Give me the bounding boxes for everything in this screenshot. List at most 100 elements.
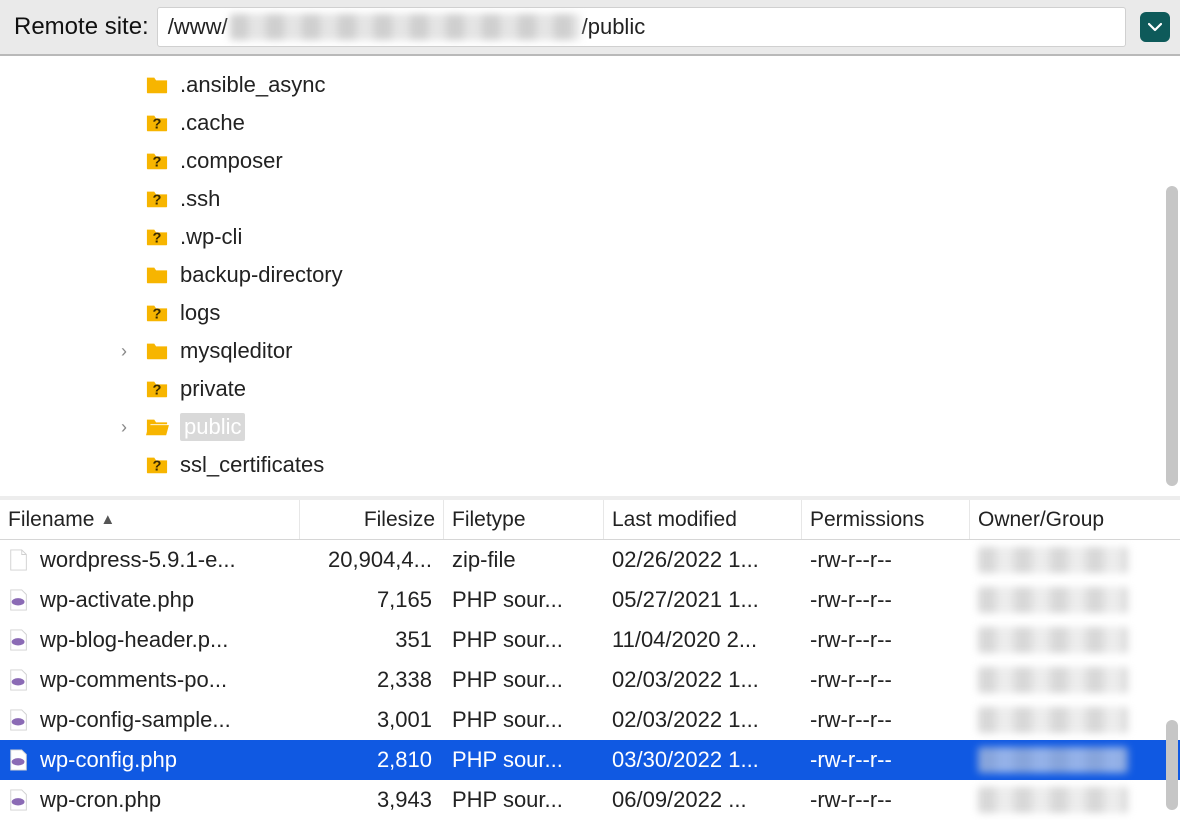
folder-icon — [144, 340, 170, 362]
file-name: wordpress-5.9.1-e... — [40, 547, 236, 573]
file-size-cell: 20,904,4... — [300, 540, 444, 580]
remote-file-list: Filename ▲ Filesize Filetype Last modifi… — [0, 500, 1180, 834]
path-dropdown-button[interactable] — [1140, 12, 1170, 42]
file-owner-cell — [970, 540, 1150, 580]
folder-q-icon — [144, 150, 170, 172]
file-modified-cell: 03/30/2022 1... — [604, 740, 802, 780]
disclosure-triangle-icon[interactable]: › — [114, 417, 134, 438]
column-header-filename[interactable]: Filename ▲ — [0, 500, 300, 539]
path-redacted — [230, 14, 580, 40]
tree-item--wp-cli[interactable]: ›.wp-cli — [0, 218, 1180, 256]
file-row[interactable]: wp-config.php2,810PHP sour...03/30/2022 … — [0, 740, 1180, 780]
column-header-filetype[interactable]: Filetype — [444, 500, 604, 539]
remote-directory-tree: ›.ansible_async›.cache›.composer›.ssh›.w… — [0, 56, 1180, 500]
file-size-cell: 3,001 — [300, 700, 444, 740]
php-file-icon — [8, 788, 30, 812]
tree-scrollbar-thumb[interactable] — [1166, 186, 1178, 486]
file-name-cell: wp-config-sample... — [0, 700, 300, 740]
file-owner-cell — [970, 700, 1150, 740]
tree-item-public[interactable]: ›public — [0, 408, 1180, 446]
column-header-lastmodified[interactable]: Last modified — [604, 500, 802, 539]
php-file-icon — [8, 748, 30, 772]
file-permissions-cell: -rw-r--r-- — [802, 660, 970, 700]
file-row[interactable]: wp-cron.php3,943PHP sour...06/09/2022 ..… — [0, 780, 1180, 820]
folder-q-icon — [144, 454, 170, 476]
file-type-cell: PHP sour... — [444, 780, 604, 820]
chevron-down-icon — [1148, 22, 1162, 32]
tree-item-label: mysqleditor — [180, 338, 292, 364]
file-name: wp-config.php — [40, 747, 177, 773]
file-owner-cell — [970, 620, 1150, 660]
owner-redacted — [978, 707, 1128, 733]
folder-q-icon — [144, 226, 170, 248]
tree-item-label: .ansible_async — [180, 72, 326, 98]
tree-item-mysqleditor[interactable]: › mysqleditor — [0, 332, 1180, 370]
file-modified-cell: 11/04/2020 2... — [604, 620, 802, 660]
file-row[interactable]: wp-blog-header.p...351PHP sour...11/04/2… — [0, 620, 1180, 660]
tree-item-label: backup-directory — [180, 262, 343, 288]
php-file-icon — [8, 628, 30, 652]
tree-item--composer[interactable]: ›.composer — [0, 142, 1180, 180]
tree-item-label: .ssh — [180, 186, 220, 212]
tree-item--ansible-async[interactable]: ›.ansible_async — [0, 66, 1180, 104]
file-row[interactable]: wp-activate.php 7,165PHP sour...05/27/202… — [0, 580, 1180, 620]
folder-q-icon — [144, 302, 170, 324]
file-permissions-cell: -rw-r--r-- — [802, 620, 970, 660]
file-name-cell: wp-cron.php — [0, 780, 300, 820]
file-owner-cell — [970, 780, 1150, 820]
file-type-cell: PHP sour... — [444, 620, 604, 660]
file-owner-cell — [970, 660, 1150, 700]
file-name-cell: wp-comments-po... — [0, 660, 300, 700]
file-row[interactable]: wp-config-sample...3,001PHP sour...02/03… — [0, 700, 1180, 740]
file-row[interactable]: wordpress-5.9.1-e...20,904,4...zip-file0… — [0, 540, 1180, 580]
file-modified-cell: 05/27/2021 1... — [604, 580, 802, 620]
remote-site-bar: Remote site: /www/ /public — [0, 0, 1180, 56]
file-owner-cell — [970, 580, 1150, 620]
path-suffix: /public — [582, 14, 646, 40]
php-file-icon — [8, 708, 30, 732]
file-permissions-cell: -rw-r--r-- — [802, 700, 970, 740]
tree-item-label: .composer — [180, 148, 283, 174]
file-name: wp-comments-po... — [40, 667, 227, 693]
file-modified-cell: 06/09/2022 ... — [604, 780, 802, 820]
file-size-cell: 351 — [300, 620, 444, 660]
owner-redacted — [978, 587, 1128, 613]
tree-item-private[interactable]: ›private — [0, 370, 1180, 408]
file-type-cell: PHP sour... — [444, 580, 604, 620]
file-name: wp-config-sample... — [40, 707, 231, 733]
tree-item-backup-directory[interactable]: ›backup-directory — [0, 256, 1180, 294]
column-header-filesize[interactable]: Filesize — [300, 500, 444, 539]
file-name: wp-activate.php — [40, 587, 194, 613]
file-size-cell: 3,943 — [300, 780, 444, 820]
column-header-owner[interactable]: Owner/Group — [970, 500, 1150, 539]
tree-item-label: ssl_certificates — [180, 452, 324, 478]
remote-path-input[interactable]: /www/ /public — [157, 7, 1126, 47]
folder-q-icon — [144, 378, 170, 400]
owner-redacted — [978, 787, 1128, 813]
disclosure-triangle-icon[interactable]: › — [114, 341, 134, 362]
tree-item-label: logs — [180, 300, 220, 326]
owner-redacted — [978, 627, 1128, 653]
file-size-cell: 2,338 — [300, 660, 444, 700]
file-size-cell: 7,165 — [300, 580, 444, 620]
file-permissions-cell: -rw-r--r-- — [802, 540, 970, 580]
folder-open-icon — [144, 416, 170, 438]
remote-site-label: Remote site: — [14, 13, 149, 41]
file-row[interactable]: wp-comments-po...2,338PHP sour...02/03/2… — [0, 660, 1180, 700]
file-list-header: Filename ▲ Filesize Filetype Last modifi… — [0, 500, 1180, 540]
tree-item-logs[interactable]: ›logs — [0, 294, 1180, 332]
tree-item--ssh[interactable]: ›.ssh — [0, 180, 1180, 218]
sort-ascending-icon: ▲ — [100, 511, 115, 528]
file-scrollbar-thumb[interactable] — [1166, 720, 1178, 810]
tree-item-ssl-certificates[interactable]: ›ssl_certificates — [0, 446, 1180, 484]
file-permissions-cell: -rw-r--r-- — [802, 740, 970, 780]
file-owner-cell — [970, 740, 1150, 780]
php-file-icon — [8, 588, 30, 612]
column-header-permissions[interactable]: Permissions — [802, 500, 970, 539]
tree-item--cache[interactable]: ›.cache — [0, 104, 1180, 142]
owner-redacted — [978, 547, 1128, 573]
file-name-cell: wp-activate.php — [0, 580, 300, 620]
file-modified-cell: 02/03/2022 1... — [604, 660, 802, 700]
file-name-cell: wp-blog-header.p... — [0, 620, 300, 660]
php-file-icon — [8, 668, 30, 692]
